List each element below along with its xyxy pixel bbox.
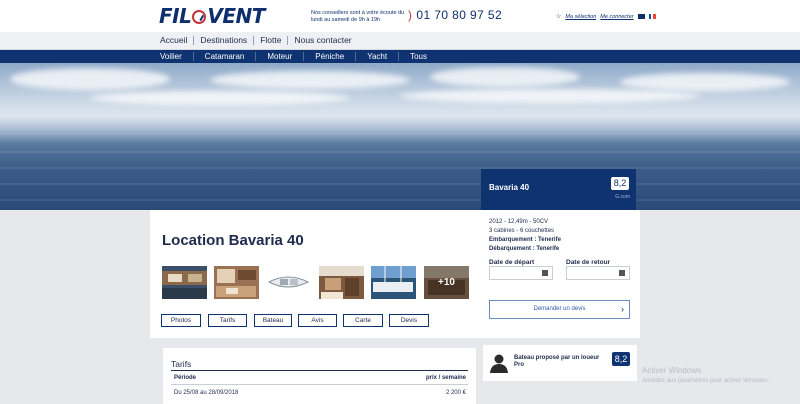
gallery-thumb-3[interactable] <box>266 266 311 299</box>
boat-type-tous[interactable]: Tous <box>399 52 438 61</box>
tab-photos[interactable]: Photos <box>161 314 201 327</box>
tarifs-divider <box>171 370 468 371</box>
boat-type-voilier[interactable]: Voilier <box>160 52 194 61</box>
tarifs-section: Tarifs Période prix / semaine Du 25/08 a… <box>163 348 476 404</box>
watermark-title: Activer Windows <box>642 366 702 375</box>
departure-date-label: Date de départ <box>489 259 535 266</box>
tab-tarifs[interactable]: Tarifs <box>208 314 247 327</box>
boat-type-navigation: Voilier Catamaran Moteur Péniche Yacht Tous <box>0 50 800 63</box>
tarifs-row-price: 2 200 € <box>445 390 466 396</box>
french-flag-icon[interactable] <box>648 14 656 19</box>
pro-rating-score: 8,2 <box>612 352 630 366</box>
gallery-thumb-4[interactable] <box>319 266 364 299</box>
more-photos-count: +10 <box>438 277 455 288</box>
spec-disembark: Débarquement : Tenerife <box>489 246 560 252</box>
tarifs-column-period: Période <box>174 375 197 381</box>
mail-icon[interactable] <box>637 14 645 19</box>
pro-renter-card: Bateau proposé par un loueur Pro 8,2 <box>483 345 637 381</box>
request-quote-button[interactable]: Demander un devis › <box>489 300 630 319</box>
rating-score: 8,2 <box>611 177 629 190</box>
gallery-thumb-1[interactable] <box>162 266 207 299</box>
person-icon <box>490 354 508 373</box>
flag-stripe <box>653 14 656 19</box>
chevron-right-icon: › <box>621 304 624 314</box>
boat-type-p-niche[interactable]: Péniche <box>304 52 357 61</box>
return-date-input[interactable] <box>566 266 630 280</box>
tarifs-heading: Tarifs <box>171 359 192 369</box>
main-navigation: Accueil Destinations Flotte Nous contacter <box>0 32 800 50</box>
windows-activation-watermark: Activer Windows Accédez aux paramètres p… <box>642 366 769 386</box>
spec-embark: Embarquement : Tenerife <box>489 237 561 243</box>
logo-text-part2: VENT <box>207 4 265 28</box>
calendar-icon <box>542 270 548 276</box>
watermark-subtitle: Accédez aux paramètres pour activer Wind… <box>642 378 770 384</box>
tarifs-header-divider <box>171 384 468 385</box>
logo-text-part1: FIL <box>159 4 192 28</box>
rating-source: G.com <box>615 194 630 200</box>
boat-type-moteur[interactable]: Moteur <box>256 52 305 61</box>
spec-year-length-power: 2012 - 12,49m - 50CV <box>489 219 549 225</box>
boat-type-yacht[interactable]: Yacht <box>356 52 400 61</box>
tarifs-column-price: prix / semaine <box>425 375 466 381</box>
login-link[interactable]: Me connecter <box>600 14 633 20</box>
tab-devis[interactable]: Devis <box>389 314 429 327</box>
gallery-more-button[interactable]: +10 <box>424 266 469 299</box>
gallery-thumb-2[interactable] <box>214 266 259 299</box>
nav-item-destinations[interactable]: Destinations <box>194 36 255 45</box>
return-date-label: Date de retour <box>566 259 611 266</box>
logo-o-icon <box>192 10 207 24</box>
hero-sea-image <box>0 63 800 210</box>
nav-item-flotte[interactable]: Flotte <box>254 36 289 45</box>
calendar-icon <box>619 270 625 276</box>
phone-number[interactable]: ) 01 70 80 97 52 <box>408 8 502 22</box>
phone-bracket-icon: ) <box>408 8 413 22</box>
nav-item-accueil[interactable]: Accueil <box>160 36 195 45</box>
gallery-thumb-5[interactable] <box>371 266 416 299</box>
my-selection-link[interactable]: Ma sélection <box>565 14 596 20</box>
tab-avis[interactable]: Avis <box>298 314 337 327</box>
pro-renter-text: Bateau proposé par un loueur Pro <box>514 355 600 368</box>
boat-type-catamaran[interactable]: Catamaran <box>194 52 257 61</box>
departure-date-input[interactable] <box>489 266 553 280</box>
request-quote-label: Demander un devis <box>533 306 586 312</box>
nav-item-nous-contacter[interactable]: Nous contacter <box>288 36 357 45</box>
top-header: FIL VENT Nos conseillers sont à votre éco… <box>0 0 800 32</box>
boat-specs: 2012 - 12,49m - 50CV 3 cabines - 6 couch… <box>489 218 561 254</box>
tab-carte[interactable]: Carte <box>343 314 383 327</box>
tarifs-row-period: Du 25/08 au 28/09/2018 <box>174 390 239 396</box>
spec-cabins: 3 cabines - 6 couchettes <box>489 228 555 234</box>
user-links: ☆ Ma sélection Me connecter <box>556 13 656 20</box>
boat-summary-card: Bavaria 40 8,2 G.com <box>481 169 636 211</box>
phone-number-text: 01 70 80 97 52 <box>416 8 503 22</box>
star-icon: ☆ <box>556 14 562 20</box>
boat-name: Bavaria 40 <box>489 183 530 192</box>
tab-bateau[interactable]: Bateau <box>254 314 292 327</box>
page-title: Location Bavaria 40 <box>162 232 304 249</box>
opening-hours: Nos conseillers sont à votre écoute du l… <box>311 10 405 23</box>
filovent-logo[interactable]: FIL VENT <box>159 4 265 28</box>
